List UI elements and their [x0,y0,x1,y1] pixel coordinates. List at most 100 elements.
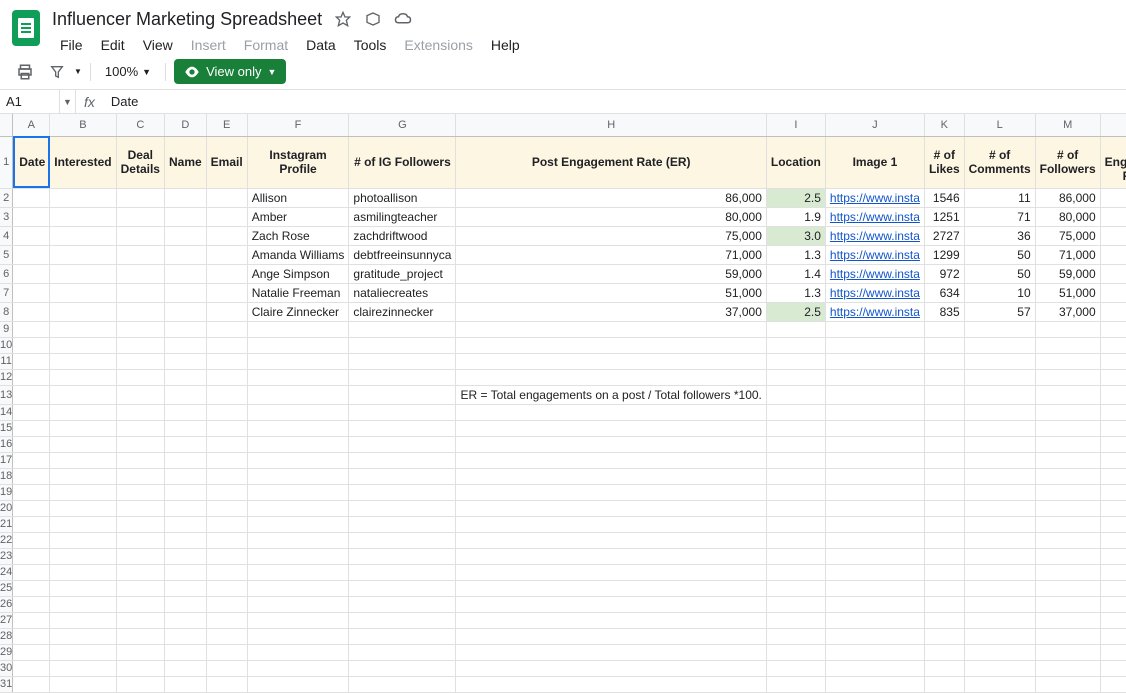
cell-I16[interactable] [766,436,825,452]
cell-L12[interactable] [964,369,1035,385]
cell-N16[interactable] [1100,436,1126,452]
cell-B19[interactable] [50,484,116,500]
cell-K20[interactable] [924,500,964,516]
cell-J26[interactable] [825,596,924,612]
cell-E28[interactable] [206,628,247,644]
cell-J15[interactable] [825,420,924,436]
header-cell-I[interactable]: Location [766,136,825,188]
cell-A21[interactable] [13,516,50,532]
cell-G22[interactable] [349,532,456,548]
cell-M31[interactable] [1035,676,1100,692]
cell-D21[interactable] [164,516,206,532]
header-cell-K[interactable]: # of Likes [924,136,964,188]
cell-J31[interactable] [825,676,924,692]
cell-E20[interactable] [206,500,247,516]
col-header-H[interactable]: H [456,114,766,136]
cell-K17[interactable] [924,452,964,468]
cell-K3[interactable]: 1251 [924,207,964,226]
cell-A15[interactable] [13,420,50,436]
cell-E14[interactable] [206,404,247,420]
cell-L4[interactable]: 36 [964,226,1035,245]
header-cell-L[interactable]: # of Comments [964,136,1035,188]
cell-F20[interactable] [247,500,349,516]
row-header-8[interactable]: 8 [0,302,13,321]
cell-D9[interactable] [164,321,206,337]
cell-J18[interactable] [825,468,924,484]
cell-B12[interactable] [50,369,116,385]
cell-C28[interactable] [116,628,164,644]
cell-H18[interactable] [456,468,766,484]
row-header-22[interactable]: 22 [0,532,13,548]
cell-L13[interactable] [964,385,1035,404]
cell-I31[interactable] [766,676,825,692]
menu-format[interactable]: Format [236,33,296,57]
cell-K21[interactable] [924,516,964,532]
col-header-E[interactable]: E [206,114,247,136]
cell-I5[interactable]: 1.3 [766,245,825,264]
cell-E3[interactable] [206,207,247,226]
cell-D11[interactable] [164,353,206,369]
cell-E22[interactable] [206,532,247,548]
cell-M3[interactable]: 80,000 [1035,207,1100,226]
cell-I11[interactable] [766,353,825,369]
cell-K25[interactable] [924,580,964,596]
cell-L19[interactable] [964,484,1035,500]
cell-L20[interactable] [964,500,1035,516]
cell-B10[interactable] [50,337,116,353]
cell-N6[interactable]: 1.7 [1100,264,1126,283]
cell-M28[interactable] [1035,628,1100,644]
cell-N14[interactable] [1100,404,1126,420]
cell-I9[interactable] [766,321,825,337]
cell-A13[interactable] [13,385,50,404]
cell-J17[interactable] [825,452,924,468]
cell-J13[interactable] [825,385,924,404]
cell-F22[interactable] [247,532,349,548]
cell-L23[interactable] [964,548,1035,564]
cell-D29[interactable] [164,644,206,660]
cell-H25[interactable] [456,580,766,596]
cell-L9[interactable] [964,321,1035,337]
cell-I2[interactable]: 2.5 [766,188,825,207]
cell-D3[interactable] [164,207,206,226]
filter-icon[interactable] [44,59,70,85]
cell-E19[interactable] [206,484,247,500]
cell-F16[interactable] [247,436,349,452]
cell-D16[interactable] [164,436,206,452]
cell-D31[interactable] [164,676,206,692]
cell-G12[interactable] [349,369,456,385]
cell-M26[interactable] [1035,596,1100,612]
cell-M16[interactable] [1035,436,1100,452]
cell-J7[interactable]: https://www.insta [825,283,924,302]
cell-H3[interactable]: 80,000 [456,207,766,226]
cell-G10[interactable] [349,337,456,353]
cell-J6[interactable]: https://www.insta [825,264,924,283]
cell-M19[interactable] [1035,484,1100,500]
cell-M27[interactable] [1035,612,1100,628]
print-icon[interactable] [12,59,38,85]
cell-E2[interactable] [206,188,247,207]
cell-F21[interactable] [247,516,349,532]
cell-D18[interactable] [164,468,206,484]
cell-C12[interactable] [116,369,164,385]
cell-L25[interactable] [964,580,1035,596]
cell-I28[interactable] [766,628,825,644]
cell-G30[interactable] [349,660,456,676]
cell-D4[interactable] [164,226,206,245]
cell-H24[interactable] [456,564,766,580]
cell-D22[interactable] [164,532,206,548]
cell-D10[interactable] [164,337,206,353]
cell-E5[interactable] [206,245,247,264]
menu-file[interactable]: File [52,33,91,57]
cell-K30[interactable] [924,660,964,676]
cell-D5[interactable] [164,245,206,264]
cell-N24[interactable] [1100,564,1126,580]
menu-edit[interactable]: Edit [93,33,133,57]
cell-M22[interactable] [1035,532,1100,548]
cell-M21[interactable] [1035,516,1100,532]
cell-G14[interactable] [349,404,456,420]
cell-E30[interactable] [206,660,247,676]
cell-L30[interactable] [964,660,1035,676]
header-cell-C[interactable]: Deal Details [116,136,164,188]
cloud-icon[interactable] [394,10,412,28]
cell-I6[interactable]: 1.4 [766,264,825,283]
